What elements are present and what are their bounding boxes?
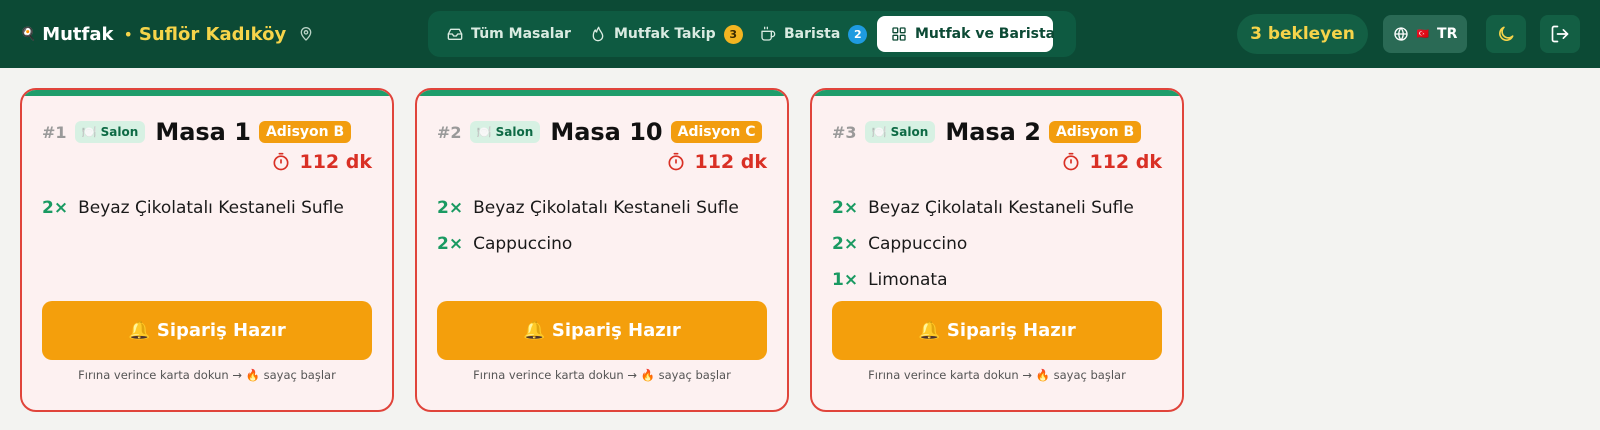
- flame-icon: [592, 26, 604, 42]
- branch-name: Suflör Kadıköy: [138, 23, 287, 45]
- theme-toggle-button[interactable]: [1486, 15, 1526, 53]
- card-hint: Fırına verince karta dokun → 🔥 sayaç baş…: [78, 368, 336, 382]
- check-chip: Adisyon B: [1048, 121, 1142, 143]
- elapsed-timer: 112 dk: [271, 150, 372, 174]
- item-name: Beyaz Çikolatalı Kestaneli Sufle: [868, 198, 1134, 218]
- card-hint: Fırına verince karta dokun → 🔥 sayaç baş…: [473, 368, 731, 382]
- item-name: Beyaz Çikolatalı Kestaneli Sufle: [473, 198, 739, 218]
- item-quantity: 2×: [437, 234, 464, 254]
- language-code: TR: [1437, 26, 1458, 42]
- list-item: 2× Beyaz Çikolatalı Kestaneli Sufle: [437, 190, 767, 226]
- brand-logo: 🍳: [20, 26, 37, 42]
- area-chip: 🍽️ Salon: [469, 121, 541, 143]
- stopwatch-icon: [273, 152, 289, 171]
- elapsed-timer: 112 dk: [666, 150, 767, 174]
- item-name: Cappuccino: [473, 234, 573, 254]
- pending-count-pill: 3 bekleyen: [1237, 14, 1368, 54]
- top-bar: 🍳 Mutfak • Suflör Kadıköy Tüm Masalar Mu…: [0, 0, 1600, 68]
- inbox-icon: [447, 28, 463, 40]
- elapsed-time: 112 dk: [299, 151, 372, 173]
- list-item: 2× Beyaz Çikolatalı Kestaneli Sufle: [42, 190, 372, 226]
- order-card[interactable]: #2 🍽️ Salon Masa 10 Adisyon C 112 dk 2× …: [415, 88, 789, 412]
- logout-button[interactable]: [1540, 15, 1580, 53]
- card-header: #2 🍽️ Salon Masa 10 Adisyon C: [437, 118, 763, 146]
- tab-all-tables[interactable]: Tüm Masalar: [433, 16, 585, 52]
- order-items: 2× Beyaz Çikolatalı Kestaneli Sufle 2× C…: [832, 190, 1162, 298]
- tab-label: Mutfak Takip: [614, 26, 716, 42]
- item-quantity: 2×: [832, 234, 859, 254]
- item-quantity: 2×: [832, 198, 859, 218]
- coffee-icon: [761, 26, 776, 41]
- flag-icon: 🇹🇷: [1416, 28, 1430, 40]
- table-name: Masa 1: [155, 118, 251, 146]
- table-name: Masa 10: [550, 118, 663, 146]
- area-chip: 🍽️ Salon: [74, 121, 146, 143]
- order-card[interactable]: #1 🍽️ Salon Masa 1 Adisyon B 112 dk 2× B…: [20, 88, 394, 412]
- order-items: 2× Beyaz Çikolatalı Kestaneli Sufle: [42, 190, 372, 226]
- card-status-strip: [417, 90, 787, 96]
- card-hint: Fırına verince karta dokun → 🔥 sayaç baş…: [868, 368, 1126, 382]
- tab-label: Mutfak ve Barista: [915, 26, 1056, 42]
- area-chip: 🍽️ Salon: [864, 121, 936, 143]
- tab-label: Tüm Masalar: [471, 26, 571, 42]
- tab-label: Barista: [784, 26, 841, 42]
- check-chip: Adisyon C: [670, 121, 763, 143]
- brand-separator: •: [123, 24, 133, 44]
- view-tabs: Tüm Masalar Mutfak Takip 3 Barista 2 Mut…: [428, 11, 1076, 57]
- item-name: Beyaz Çikolatalı Kestaneli Sufle: [78, 198, 344, 218]
- list-item: 2× Beyaz Çikolatalı Kestaneli Sufle: [832, 190, 1162, 226]
- order-ready-button[interactable]: 🔔 Sipariş Hazır: [42, 301, 372, 360]
- order-number: #1: [42, 122, 67, 142]
- order-items: 2× Beyaz Çikolatalı Kestaneli Sufle 2× C…: [437, 190, 767, 262]
- elapsed-time: 112 dk: [1089, 151, 1162, 173]
- language-selector[interactable]: 🇹🇷 TR: [1383, 15, 1467, 53]
- kitchen-count-badge: 3: [723, 24, 743, 44]
- item-quantity: 1×: [832, 270, 859, 290]
- barista-count-badge: 2: [848, 24, 868, 44]
- list-item: 1× Limonata: [832, 262, 1162, 298]
- table-name: Masa 2: [945, 118, 1041, 146]
- brand: 🍳 Mutfak • Suflör Kadıköy: [20, 20, 314, 48]
- tab-kitchen-and-barista[interactable]: Mutfak ve Barista: [877, 16, 1056, 52]
- order-ready-button[interactable]: 🔔 Sipariş Hazır: [832, 301, 1162, 360]
- stopwatch-icon: [668, 152, 684, 171]
- card-status-strip: [812, 90, 1182, 96]
- card-header: #1 🍽️ Salon Masa 1 Adisyon B: [42, 118, 352, 146]
- item-name: Limonata: [868, 270, 948, 290]
- moon-icon: [1499, 26, 1514, 41]
- card-header: #3 🍽️ Salon Masa 2 Adisyon B: [832, 118, 1142, 146]
- item-quantity: 2×: [437, 198, 464, 218]
- list-item: 2× Cappuccino: [832, 226, 1162, 262]
- brand-name: Mutfak: [42, 23, 114, 45]
- order-number: #2: [437, 122, 462, 142]
- elapsed-timer: 112 dk: [1061, 150, 1162, 174]
- order-number: #3: [832, 122, 857, 142]
- globe-icon: [1393, 27, 1408, 41]
- logout-icon: [1551, 25, 1569, 43]
- item-quantity: 2×: [42, 198, 69, 218]
- map-pin-icon[interactable]: [298, 26, 314, 42]
- tab-kitchen-tracking[interactable]: Mutfak Takip 3: [576, 16, 757, 52]
- elapsed-time: 112 dk: [694, 151, 767, 173]
- stopwatch-icon: [1063, 152, 1079, 171]
- card-status-strip: [22, 90, 392, 96]
- item-name: Cappuccino: [868, 234, 968, 254]
- tab-barista[interactable]: Barista 2: [746, 16, 881, 52]
- check-chip: Adisyon B: [258, 121, 352, 143]
- order-ready-button[interactable]: 🔔 Sipariş Hazır: [437, 301, 767, 360]
- grid-icon: [892, 27, 906, 41]
- list-item: 2× Cappuccino: [437, 226, 767, 262]
- order-card[interactable]: #3 🍽️ Salon Masa 2 Adisyon B 112 dk 2× B…: [810, 88, 1184, 412]
